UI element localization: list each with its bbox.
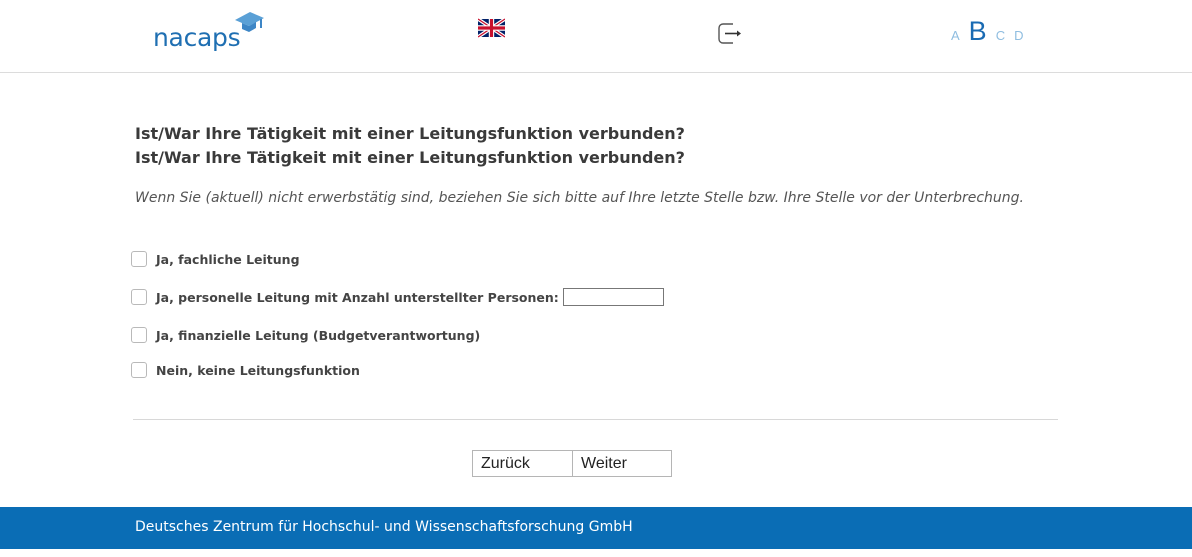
font-size-c[interactable]: C (996, 28, 1005, 43)
question-line-1: Ist/War Ihre Tätigkeit mit einer Leitung… (135, 124, 685, 143)
header: nacaps A B C D (0, 0, 1192, 73)
font-size-a[interactable]: A (951, 28, 960, 43)
font-size-b[interactable]: B (969, 16, 987, 47)
checkbox[interactable] (131, 251, 147, 267)
option-label: Nein, keine Leitungsfunktion (156, 362, 360, 378)
option-personelle-leitung[interactable]: Ja, personelle Leitung mit Anzahl unters… (131, 288, 664, 306)
font-size-d[interactable]: D (1014, 28, 1023, 43)
option-label: Ja, fachliche Leitung (156, 251, 300, 267)
option-label: Ja, personelle Leitung mit Anzahl unters… (156, 289, 559, 305)
option-label: Ja, finanzielle Leitung (Budgetverantwor… (156, 327, 481, 343)
option-fachliche-leitung[interactable]: Ja, fachliche Leitung (131, 251, 300, 267)
font-size-switch: A B C D (951, 16, 1023, 47)
back-button[interactable]: Zurück (473, 451, 572, 476)
logo-text: nacaps (153, 23, 241, 52)
staff-count-input[interactable] (562, 288, 664, 306)
question-hint: Wenn Sie (aktuell) nicht erwerbstätig si… (135, 190, 1024, 206)
option-finanzielle-leitung[interactable]: Ja, finanzielle Leitung (Budgetverantwor… (131, 327, 480, 343)
navigation-buttons: Zurück Weiter (472, 450, 672, 477)
nacaps-logo[interactable]: nacaps (153, 10, 264, 52)
footer-text: Deutsches Zentrum für Hochschul- und Wis… (135, 519, 633, 535)
checkbox[interactable] (131, 327, 147, 343)
logout-icon[interactable] (718, 23, 741, 44)
question-line-2: Ist/War Ihre Tätigkeit mit einer Leitung… (135, 148, 685, 167)
checkbox[interactable] (131, 289, 147, 305)
uk-flag-icon[interactable] (478, 18, 505, 38)
footer: Deutsches Zentrum für Hochschul- und Wis… (0, 507, 1192, 549)
graduation-cap-icon (235, 12, 264, 32)
checkbox[interactable] (131, 362, 147, 378)
divider (133, 419, 1058, 420)
next-button[interactable]: Weiter (572, 451, 671, 476)
option-keine-leitung[interactable]: Nein, keine Leitungsfunktion (131, 362, 360, 378)
question-text: Ist/War Ihre Tätigkeit mit einer Leitung… (135, 122, 685, 170)
